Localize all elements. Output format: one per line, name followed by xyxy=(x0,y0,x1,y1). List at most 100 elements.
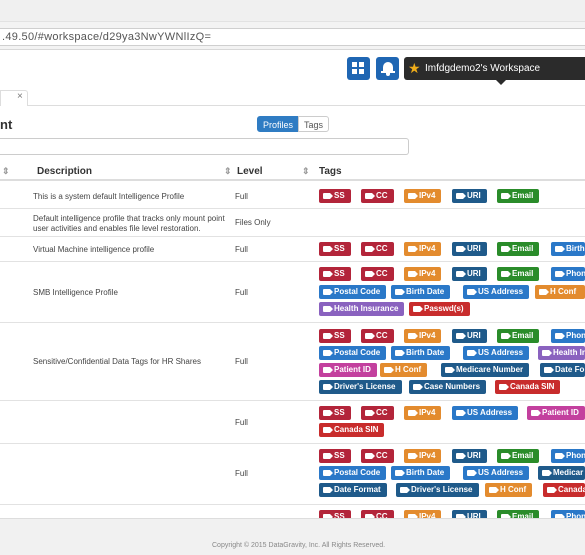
tag-birth-date[interactable]: Birth Date xyxy=(391,285,451,299)
row-level: Full xyxy=(235,245,248,254)
tag-cc[interactable]: CC xyxy=(361,406,394,420)
table-row[interactable]: This is a system default Intelligence Pr… xyxy=(0,183,585,209)
tag-email[interactable]: Email xyxy=(497,329,540,343)
tag-health-insurance[interactable]: Health Insurance xyxy=(319,302,405,316)
tag-birth[interactable]: Birth xyxy=(551,242,585,256)
tag-birth-date[interactable]: Birth Date xyxy=(391,466,451,480)
tag-cc[interactable]: CC xyxy=(361,329,394,343)
tag-passwd[interactable]: Passwd(s) xyxy=(409,302,470,316)
apps-button[interactable] xyxy=(347,57,370,80)
tag-medicare-number[interactable]: Medicar xyxy=(538,466,585,480)
sort-icon[interactable]: ⇕ xyxy=(2,166,10,177)
tag-birth-date[interactable]: Birth Date xyxy=(391,346,451,360)
tag-ss[interactable]: SS xyxy=(319,329,351,343)
tag-postal-code[interactable]: Postal Code xyxy=(319,466,387,480)
tab-strip: × xyxy=(0,90,585,106)
table-row[interactable]: Sensitive/Confidential Data Tags for HR … xyxy=(0,323,585,401)
tag-cc[interactable]: CC xyxy=(361,189,394,203)
tag-h-conf[interactable]: H Conf xyxy=(380,363,428,377)
row-level: Full xyxy=(235,192,248,201)
tag-uri[interactable]: URI xyxy=(452,189,487,203)
row-description: Default intelligence profile that tracks… xyxy=(33,214,225,233)
bell-icon xyxy=(381,61,395,76)
tag-email[interactable]: Email xyxy=(497,267,540,281)
tag-h-conf[interactable]: H Conf xyxy=(535,285,585,299)
tag-uri[interactable]: URI xyxy=(452,510,487,518)
tag-date-format[interactable]: Date Fo xyxy=(540,363,585,377)
notifications-button[interactable] xyxy=(376,57,399,80)
tag-ss[interactable]: SS xyxy=(319,406,351,420)
workspace-menu[interactable]: ★ Imfdgdemo2's Workspace xyxy=(404,57,585,85)
tag-cc[interactable]: CC xyxy=(361,267,394,281)
tag-email[interactable]: Email xyxy=(497,449,540,463)
browser-chrome: .49.50/#workspace/d29ya3NwYWNlIzQ= xyxy=(0,0,585,50)
tag-health-insurance[interactable]: Health Ir xyxy=(538,346,585,360)
tag-canada-sin[interactable]: Canada SIN xyxy=(319,423,385,437)
tag-cc[interactable]: CC xyxy=(361,242,394,256)
tag-phone[interactable]: Phon xyxy=(551,267,585,281)
tag-ss[interactable]: SS xyxy=(319,510,351,518)
tag-us-address[interactable]: US Address xyxy=(463,285,530,299)
row-level: Full xyxy=(235,418,248,427)
tag-ipv4[interactable]: IPv4 xyxy=(404,267,442,281)
tag-date-format[interactable]: Date Format xyxy=(319,483,387,497)
tag-ss[interactable]: SS xyxy=(319,242,351,256)
tag-uri[interactable]: URI xyxy=(452,449,487,463)
table-row[interactable]: SMB Intelligence Profile Full SS CC IPv4… xyxy=(0,262,585,323)
sort-icon[interactable]: ⇕ xyxy=(302,166,310,177)
tag-drivers-license[interactable]: Driver's License xyxy=(396,483,479,497)
tab-profiles[interactable]: × xyxy=(0,90,28,106)
table-row[interactable]: SS CC IPv4 URI Email Phon xyxy=(0,505,585,518)
star-icon: ★ xyxy=(408,60,421,76)
tag-ipv4[interactable]: IPv4 xyxy=(404,406,442,420)
tag-ipv4[interactable]: IPv4 xyxy=(404,510,442,518)
table-row[interactable]: Full SS CC IPv4 US Address Patient ID Ca… xyxy=(0,401,585,444)
table-row[interactable]: Virtual Machine intelligence profile Ful… xyxy=(0,237,585,262)
sort-icon[interactable]: ⇕ xyxy=(224,166,232,177)
table-row[interactable]: Default intelligence profile that tracks… xyxy=(0,209,585,237)
row-level: Full xyxy=(235,288,248,297)
tag-uri[interactable]: URI xyxy=(452,267,487,281)
column-description[interactable]: Description xyxy=(37,166,92,177)
tag-patient-id[interactable]: Patient ID xyxy=(527,406,585,420)
address-bar[interactable]: .49.50/#workspace/d29ya3NwYWNlIzQ= xyxy=(0,28,585,46)
tag-cc[interactable]: CC xyxy=(361,449,394,463)
table-header: ⇕ Description ⇕ Level ⇕ Tags xyxy=(0,162,585,181)
tag-phone[interactable]: Phon xyxy=(551,449,585,463)
tag-postal-code[interactable]: Postal Code xyxy=(319,285,387,299)
toggle-profiles[interactable]: Profiles xyxy=(257,116,299,132)
row-level: Files Only xyxy=(235,218,271,227)
tag-patient-id[interactable]: Patient ID xyxy=(319,363,377,377)
tag-ss[interactable]: SS xyxy=(319,267,351,281)
tag-drivers-license[interactable]: Driver's License xyxy=(319,380,402,394)
tag-case-numbers[interactable]: Case Numbers xyxy=(409,380,487,394)
tag-email[interactable]: Email xyxy=(497,242,540,256)
tag-canada-sin[interactable]: Canada SIN xyxy=(495,380,561,394)
tag-email[interactable]: Email xyxy=(497,189,540,203)
tag-uri[interactable]: URI xyxy=(452,242,487,256)
column-level[interactable]: Level xyxy=(237,166,263,177)
filter-input[interactable] xyxy=(0,138,409,155)
tag-ss[interactable]: SS xyxy=(319,449,351,463)
tag-us-address[interactable]: US Address xyxy=(452,406,519,420)
grid-icon xyxy=(352,62,365,75)
tag-ipv4[interactable]: IPv4 xyxy=(404,189,442,203)
tag-ipv4[interactable]: IPv4 xyxy=(404,242,442,256)
tag-uri[interactable]: URI xyxy=(452,329,487,343)
tag-ipv4[interactable]: IPv4 xyxy=(404,329,442,343)
tag-medicare-number[interactable]: Medicare Number xyxy=(441,363,530,377)
tag-cc[interactable]: CC xyxy=(361,510,394,518)
table-row[interactable]: Full SS CC IPv4 URI Email Phon Postal Co… xyxy=(0,444,585,505)
tag-email[interactable]: Email xyxy=(497,510,540,518)
toggle-tags[interactable]: Tags xyxy=(298,116,329,132)
tag-us-address[interactable]: US Address xyxy=(463,346,530,360)
tag-h-conf[interactable]: H Conf xyxy=(485,483,533,497)
tag-phone[interactable]: Phon xyxy=(551,510,585,518)
tag-us-address[interactable]: US Address xyxy=(463,466,530,480)
tag-ipv4[interactable]: IPv4 xyxy=(404,449,442,463)
tag-postal-code[interactable]: Postal Code xyxy=(319,346,387,360)
tag-phone[interactable]: Phon xyxy=(551,329,585,343)
tag-ss[interactable]: SS xyxy=(319,189,351,203)
tag-canada-sin[interactable]: Canada xyxy=(543,483,585,497)
close-icon[interactable]: × xyxy=(17,91,23,102)
